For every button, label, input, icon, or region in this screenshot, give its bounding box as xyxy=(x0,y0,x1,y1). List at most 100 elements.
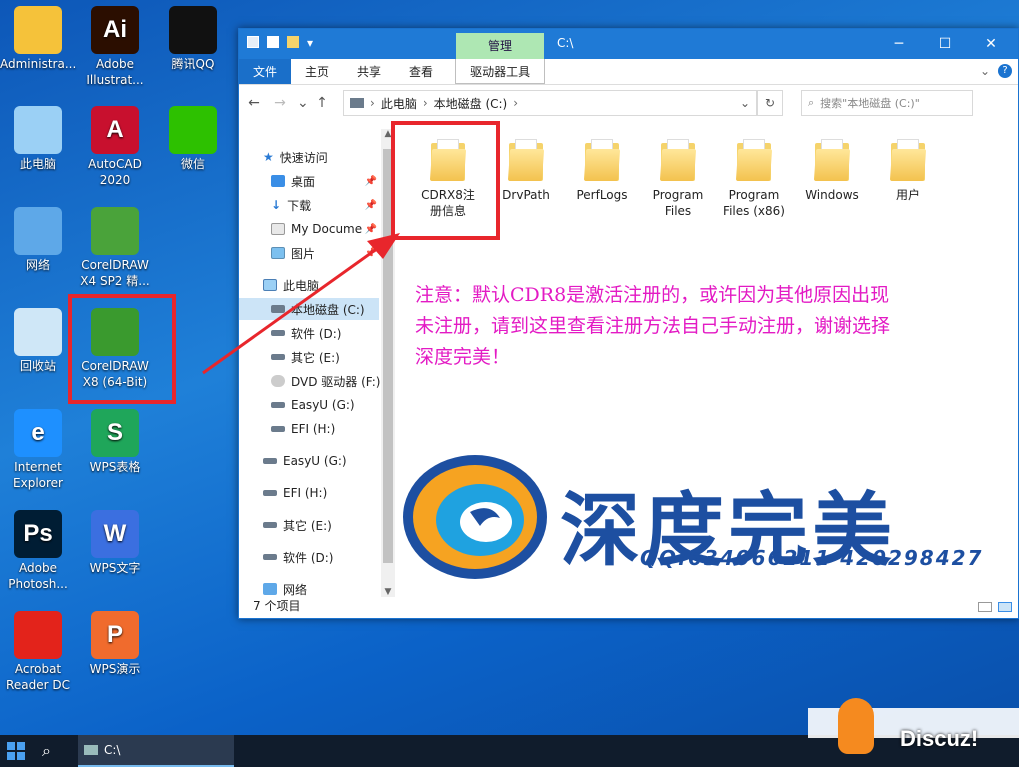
breadcrumb-local-disk[interactable]: 本地磁盘 (C:) xyxy=(434,95,508,112)
search-placeholder: 搜索"本地磁盘 (C:)" xyxy=(820,97,920,110)
wps-writer-icon: W xyxy=(91,510,139,558)
watermark-text: Discuz! xyxy=(900,726,979,751)
folder-label: PerfLogs xyxy=(576,188,628,202)
desktop-icon-item[interactable]: 此电脑 xyxy=(0,106,76,172)
tab-share[interactable]: 共享 xyxy=(343,59,395,84)
nav-label: 网络 xyxy=(283,582,308,597)
desktop-icon-label: WPS演示 xyxy=(89,662,141,676)
windows-start-icon[interactable] xyxy=(6,741,26,761)
carrot-mascot-icon xyxy=(838,698,874,754)
folder-item[interactable]: Program Files xyxy=(641,139,715,219)
search-input[interactable]: ⌕ 搜索"本地磁盘 (C:)" xyxy=(801,90,973,116)
logo-swirl-icon xyxy=(403,455,547,579)
pin-icon[interactable]: 📌 xyxy=(365,176,377,187)
forward-arrow-icon[interactable]: → xyxy=(271,95,289,111)
pin-icon[interactable]: 📌 xyxy=(365,200,377,211)
drive-icon xyxy=(247,36,259,48)
folder-item[interactable]: PerfLogs xyxy=(565,139,639,203)
nav-label: EFI (H:) xyxy=(291,422,336,436)
tab-drive-tools[interactable]: 驱动器工具 xyxy=(455,59,546,84)
nav-label: 下载 xyxy=(287,198,312,213)
status-bar-count: 7 个项目 xyxy=(253,599,301,613)
breadcrumb-this-pc[interactable]: 此电脑 xyxy=(381,95,417,112)
drive-icon xyxy=(271,402,285,408)
red-arrow-annotation xyxy=(202,233,400,375)
desktop-icon-item[interactable]: 回收站 xyxy=(0,308,76,374)
desktop-icon-item[interactable]: 网络 xyxy=(0,207,76,273)
desktop-icon-label: AutoCAD 2020 xyxy=(88,157,142,187)
taskbar-search-icon[interactable]: ⌕ xyxy=(42,741,51,761)
search-icon: ⌕ xyxy=(808,96,815,109)
desktop-icon-item[interactable]: A AutoCAD 2020 xyxy=(77,106,153,188)
drive-icon xyxy=(350,98,364,108)
tab-view[interactable]: 查看 xyxy=(395,59,447,84)
drive-icon xyxy=(263,554,277,560)
desktop-icon-item[interactable]: W WPS文字 xyxy=(77,510,153,576)
taskbar-explorer-button[interactable]: C:\ xyxy=(78,735,234,767)
chevron-down-icon[interactable]: ⌄ xyxy=(980,64,990,78)
desktop-icon-item[interactable]: P WPS演示 xyxy=(77,611,153,677)
desktop-icon-label: Internet Explorer xyxy=(13,460,63,490)
tab-manage[interactable]: 管理 xyxy=(456,33,544,59)
internet-explorer-icon: e xyxy=(14,409,62,457)
desktop-icon-item[interactable]: S WPS表格 xyxy=(77,409,153,475)
desktop-icon-item[interactable]: Ai Adobe Illustrat... xyxy=(77,6,153,88)
recent-chevron-icon[interactable]: ⌄ xyxy=(297,95,309,111)
nav-item-downloads[interactable]: ↓ 下载 📌 xyxy=(271,194,379,216)
illustrator-icon: Ai xyxy=(91,6,139,54)
desktop-icon-item[interactable]: e Internet Explorer xyxy=(0,409,76,491)
address-row: ← → ⌄ ↑ › 此电脑 › 本地磁盘 (C:) › ⌄ ↻ ⌕ 搜索"本地磁… xyxy=(239,85,1018,121)
view-toggle-details-icon[interactable] xyxy=(978,602,992,612)
desktop-icon-item[interactable]: 腾讯QQ xyxy=(155,6,231,72)
network-icon xyxy=(14,207,62,255)
ribbon-tabs: 文件 主页 共享 查看 驱动器工具 ⌄ ? xyxy=(239,59,1018,85)
desktop-icon-label: WPS表格 xyxy=(89,460,141,474)
back-arrow-icon[interactable]: ← xyxy=(245,95,263,111)
desktop-icon-label: 微信 xyxy=(180,157,205,171)
ribbon-controls: ⌄ ? xyxy=(980,64,1012,78)
view-toggle-icons-icon[interactable] xyxy=(998,602,1012,612)
wechat-icon xyxy=(169,106,217,154)
qq-penguin-icon xyxy=(169,6,217,54)
nav-label: 其它 (E:) xyxy=(283,518,332,533)
refresh-button[interactable]: ↻ xyxy=(757,90,783,116)
logo-qq-number: QQ:634066211 420298427 xyxy=(640,546,984,570)
desktop-icon-item[interactable]: Ps Adobe Photosh... xyxy=(0,510,76,592)
desktop-icon-item[interactable]: Acrobat Reader DC xyxy=(0,611,76,693)
user-folder-icon xyxy=(14,6,62,54)
help-icon[interactable]: ? xyxy=(998,64,1012,78)
folder-label: Files (x86) xyxy=(723,204,785,218)
desktop-icon-item[interactable]: Administra... xyxy=(0,6,76,72)
folder-icon xyxy=(659,139,697,181)
folder-item[interactable]: DrvPath xyxy=(489,139,563,203)
nav-label: EFI (H:) xyxy=(283,486,328,500)
nav-label: 快速访问 xyxy=(279,150,328,165)
properties-icon[interactable] xyxy=(267,36,279,48)
tab-home[interactable]: 主页 xyxy=(291,59,343,84)
folder-label: Program xyxy=(728,188,780,202)
close-button[interactable]: ✕ xyxy=(968,32,1014,56)
coreldraw-icon xyxy=(91,207,139,255)
tab-file[interactable]: 文件 xyxy=(239,59,292,84)
address-dropdown-icon[interactable]: ⌄ xyxy=(740,96,750,110)
desktop-icon-item[interactable]: 微信 xyxy=(155,106,231,172)
chevron-down-icon[interactable]: ▾ xyxy=(307,36,315,50)
folder-item[interactable]: 用户 xyxy=(871,139,945,203)
nav-item-desktop[interactable]: 桌面 📌 xyxy=(271,170,379,192)
desktop-icon-label: Adobe Photosh... xyxy=(8,561,68,591)
address-bar[interactable]: › 此电脑 › 本地磁盘 (C:) › ⌄ xyxy=(343,90,757,116)
folder-item[interactable]: Program Files (x86) xyxy=(717,139,791,219)
folder-label: Files xyxy=(664,204,692,218)
up-arrow-icon[interactable]: ↑ xyxy=(313,95,331,111)
taskbar-app-label: C:\ xyxy=(104,743,121,757)
desktop-icon-label: 腾讯QQ xyxy=(171,57,215,71)
desktop-icon-label: Adobe Illustrat... xyxy=(86,57,144,87)
folder-label: 用户 xyxy=(895,188,920,202)
desktop-icon-item[interactable]: CorelDRAW X4 SP2 精... xyxy=(77,207,153,289)
minimize-button[interactable]: ─ xyxy=(876,32,922,56)
maximize-button[interactable]: ☐ xyxy=(922,32,968,56)
title-bar[interactable]: ▾ 管理 C:\ ─ ☐ ✕ xyxy=(239,29,1018,59)
folder-item[interactable]: Windows xyxy=(795,139,869,203)
notice-line: 深度完美！ xyxy=(415,346,511,368)
new-folder-icon[interactable] xyxy=(287,36,299,48)
